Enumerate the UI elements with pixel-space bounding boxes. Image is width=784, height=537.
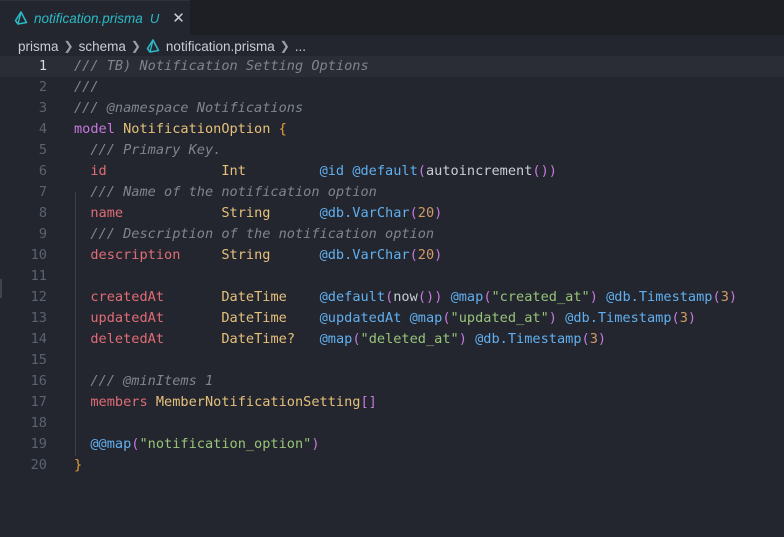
line-number: 5	[38, 142, 47, 158]
breadcrumb-file-label: notification.prisma	[165, 38, 275, 54]
code-line[interactable]: 3 /// @namespace Notifications	[0, 98, 784, 119]
line-number: 9	[38, 226, 47, 242]
code-text: id Int @id @default(autoincrement())	[90, 163, 557, 179]
code-line[interactable]: 11	[0, 266, 784, 287]
code-text: updatedAt DateTime @updatedAt @map("upda…	[90, 310, 697, 326]
line-number: 6	[38, 163, 47, 179]
code-text: /// Description of the notification opti…	[90, 226, 435, 242]
line-number: 16	[30, 373, 47, 389]
line-number: 8	[38, 205, 47, 221]
code-text: createdAt DateTime @default(now()) @map(…	[90, 289, 738, 305]
code-line[interactable]: 17 members MemberNotificationSetting[]	[0, 392, 784, 413]
breadcrumb-item-file[interactable]: notification.prisma	[146, 39, 275, 54]
line-number: 17	[30, 394, 47, 410]
code-text: /// Primary Key.	[90, 142, 222, 158]
code-text: ///	[74, 79, 99, 95]
code-line[interactable]: 13 updatedAt DateTime @updatedAt @map("u…	[0, 308, 784, 329]
code-text: @@map("notification_option")	[90, 436, 320, 452]
line-number: 12	[30, 289, 47, 305]
code-text: /// Name of the notification option	[90, 184, 377, 200]
code-text: /// @minItems 1	[90, 373, 214, 389]
code-text: model NotificationOption {	[74, 121, 287, 137]
code-text: deletedAt DateTime? @map("deleted_at") @…	[90, 331, 607, 347]
code-text: description String @db.VarChar(20)	[90, 247, 443, 263]
code-line[interactable]: 10 description String @db.VarChar(20)	[0, 245, 784, 266]
code-line[interactable]: 9 /// Description of the notification op…	[0, 224, 784, 245]
tab-title: notification.prisma	[34, 10, 143, 26]
code-text: name String @db.VarChar(20)	[90, 205, 443, 221]
code-text: members MemberNotificationSetting[]	[90, 394, 377, 410]
line-number: 10	[30, 247, 47, 263]
code-line[interactable]: 7 /// Name of the notification option	[0, 182, 784, 203]
line-number: 19	[30, 436, 47, 452]
prisma-file-icon	[14, 11, 28, 25]
untracked-status-badge: U	[149, 10, 160, 26]
code-line[interactable]: 2 ///	[0, 77, 784, 98]
line-number: 1	[38, 58, 47, 74]
code-line[interactable]: 12 createdAt DateTime @default(now()) @m…	[0, 287, 784, 308]
code-line[interactable]: 1 /// TB) Notification Setting Options	[0, 56, 784, 77]
tab-bar: notification.prisma U ✕	[0, 0, 784, 35]
line-number: 15	[30, 352, 47, 368]
line-number: 18	[30, 415, 47, 431]
code-line[interactable]: 18	[0, 413, 784, 434]
line-number: 4	[38, 121, 47, 137]
prisma-file-icon	[146, 39, 160, 53]
line-number: 3	[38, 100, 47, 116]
breadcrumb-item-symbols[interactable]: ...	[295, 39, 306, 54]
chevron-right-icon: ❯	[279, 39, 290, 53]
breadcrumb-item-prisma[interactable]: prisma	[18, 39, 59, 54]
code-line[interactable]: 20}	[0, 455, 784, 476]
code-line[interactable]: 5 /// Primary Key.	[0, 140, 784, 161]
code-line[interactable]: 14 deletedAt DateTime? @map("deleted_at"…	[0, 329, 784, 350]
breadcrumb: prisma ❯ schema ❯ notification.prisma ❯ …	[0, 35, 784, 57]
line-number: 7	[38, 184, 47, 200]
tab-notification-prisma[interactable]: notification.prisma U ✕	[0, 0, 190, 35]
code-line[interactable]: 4 model NotificationOption {	[0, 119, 784, 140]
code-line[interactable]: 19 @@map("notification_option")	[0, 434, 784, 455]
breadcrumb-item-schema[interactable]: schema	[79, 39, 126, 54]
code-text: }	[74, 457, 83, 473]
line-number: 2	[38, 79, 47, 95]
line-number: 11	[30, 268, 47, 284]
code-text: /// @namespace Notifications	[74, 100, 304, 116]
line-number: 20	[30, 457, 47, 473]
chevron-right-icon: ❯	[63, 39, 74, 53]
code-line[interactable]: 16 /// @minItems 1	[0, 371, 784, 392]
code-line[interactable]: 8 name String @db.VarChar(20)	[0, 203, 784, 224]
code-line[interactable]: 6 id Int @id @default(autoincrement())	[0, 161, 784, 182]
line-number: 13	[30, 310, 47, 326]
code-editor[interactable]: 1 /// TB) Notification Setting Options 2 //…	[0, 56, 784, 537]
code-text: /// TB) Notification Setting Options	[74, 58, 369, 74]
chevron-right-icon: ❯	[130, 39, 141, 53]
code-line[interactable]: 15	[0, 350, 784, 371]
line-number: 14	[30, 331, 47, 347]
close-icon[interactable]: ✕	[172, 9, 185, 27]
